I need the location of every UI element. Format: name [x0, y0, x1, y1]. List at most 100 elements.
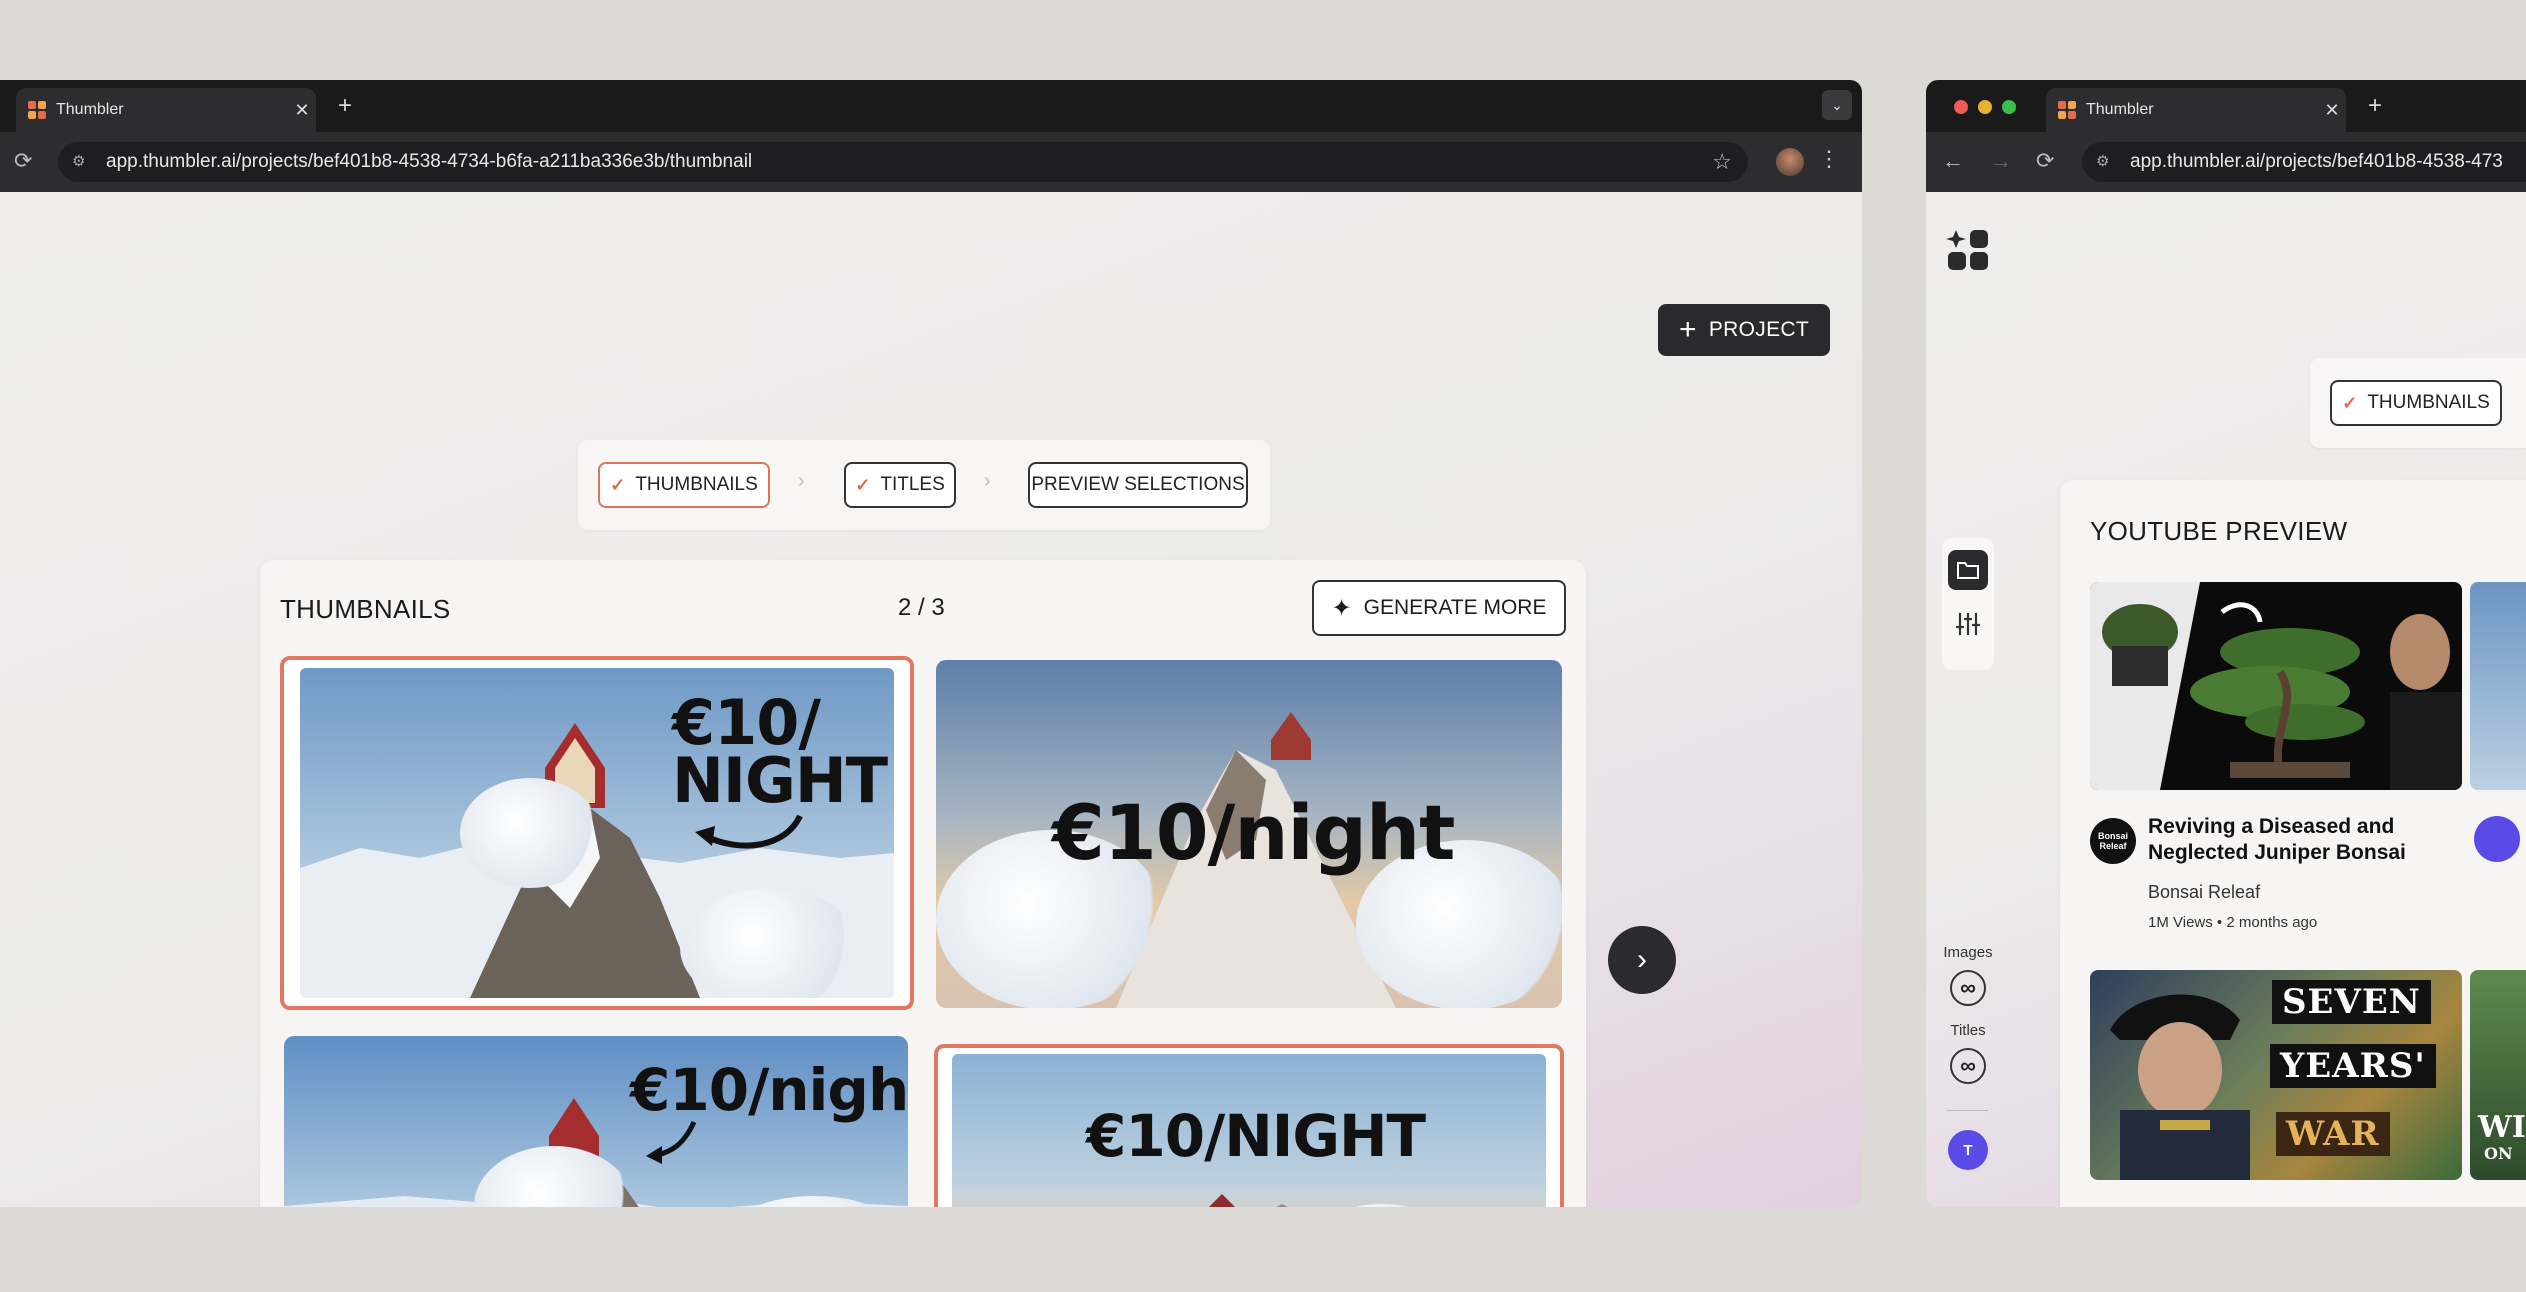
- step-thumbnails[interactable]: ✓ THUMBNAILS: [2330, 380, 2502, 426]
- chevron-right-icon: ›: [798, 470, 805, 492]
- address-bar-row: ← → ⟳ ⚙ app.thumbler.ai/projects/bef401b…: [1926, 132, 2526, 192]
- browser-window-right: Thumbler ✕ + ← → ⟳ ⚙ app.thumbler.ai/pro…: [1926, 80, 2526, 1207]
- plus-icon: +: [1679, 313, 1697, 346]
- titles-credit-infinity-icon: ∞: [1950, 1048, 1986, 1084]
- divider: [1946, 1110, 1988, 1111]
- channel-avatar-partial[interactable]: [2474, 816, 2520, 862]
- thumbnail-text: €10/night: [630, 1056, 908, 1124]
- url-field[interactable]: ⚙ app.thumbler.ai/projects/bef401b8-4538…: [58, 142, 1748, 182]
- thumbnail-image: €10/night: [284, 1036, 908, 1207]
- progress-stepper: ✓ THUMBNAILS: [2310, 358, 2526, 448]
- chevron-right-icon: ›: [984, 470, 991, 492]
- thumbnail-text: €10/night: [1052, 788, 1455, 877]
- check-icon: ✓: [2342, 392, 2358, 413]
- tab-bar: Thumbler ✕ +: [1926, 80, 2526, 132]
- thumbnail-image: €10/ NIGHT: [300, 668, 894, 998]
- app-content: + PROJECT ✓ THUMBNAILS › ✓ TITLES › PREV…: [0, 192, 1862, 1207]
- thumbnail-card-3[interactable]: €10/night: [284, 1036, 908, 1207]
- thumbnail-card-2[interactable]: €10/night: [936, 660, 1562, 1008]
- tab-list-chevron-icon[interactable]: ⌄: [1822, 90, 1852, 120]
- arrow-icon: [646, 1120, 697, 1164]
- arrow-icon: [695, 814, 803, 849]
- forward-icon[interactable]: →: [1990, 149, 2012, 173]
- thumbnail-text: €10/ NIGHT: [672, 686, 888, 817]
- thumbler-favicon: [2058, 101, 2076, 119]
- step-thumbnails[interactable]: ✓ THUMBNAILS: [598, 462, 770, 508]
- thumbler-favicon: [28, 101, 46, 119]
- minimize-window-icon[interactable]: [1978, 100, 1992, 114]
- video-thumbnail-2[interactable]: SEVEN YEARS' WAR: [2090, 970, 2462, 1180]
- thumbnail-text-line-2: YEARS': [2270, 1044, 2436, 1088]
- channel-avatar[interactable]: Bonsai Releaf: [2090, 818, 2136, 864]
- step-label: THUMBNAILS: [2367, 392, 2490, 413]
- site-settings-icon[interactable]: ⚙: [2096, 152, 2116, 172]
- maximize-window-icon[interactable]: [2002, 100, 2016, 114]
- url-text: app.thumbler.ai/projects/bef401b8-4538-4…: [106, 151, 753, 172]
- step-preview-selections[interactable]: PREVIEW SELECTIONS: [1028, 462, 1248, 508]
- video-thumbnail-1[interactable]: [2090, 582, 2462, 790]
- thumbnail-image: €10/night: [936, 660, 1562, 1008]
- url-field[interactable]: ⚙ app.thumbler.ai/projects/bef401b8-4538…: [2082, 142, 2526, 182]
- address-bar-row: ⟳ ⚙ app.thumbler.ai/projects/bef401b8-45…: [0, 132, 1862, 192]
- browser-tab[interactable]: Thumbler ✕: [16, 88, 316, 132]
- generate-more-label: GENERATE MORE: [1363, 596, 1547, 619]
- images-credit-label: Images: [1943, 944, 1993, 961]
- thumbnail-image: €10/NIGHT: [952, 1054, 1546, 1207]
- tool-sidebar: [1942, 538, 1994, 670]
- images-credit-infinity-icon: ∞: [1950, 970, 1986, 1006]
- video-thumbnail-partial[interactable]: [2470, 582, 2526, 790]
- upload-age: 2 months ago: [2226, 914, 2318, 931]
- step-label: THUMBNAILS: [635, 474, 758, 495]
- channel-name[interactable]: Bonsai Releaf: [2148, 882, 2260, 903]
- bonsai-thumbnail-art: [2090, 582, 2462, 790]
- new-project-label: PROJECT: [1708, 318, 1809, 341]
- thumbnail-card-4[interactable]: €10/NIGHT: [934, 1044, 1564, 1207]
- folder-icon[interactable]: [1948, 550, 1988, 590]
- browser-tab[interactable]: Thumbler ✕: [2046, 88, 2346, 132]
- thumbnail-text: €10/NIGHT: [1086, 1102, 1426, 1170]
- partial-title-text-2: ON: [2484, 1144, 2513, 1163]
- panel-title: THUMBNAILS: [280, 594, 451, 624]
- new-tab-icon[interactable]: +: [338, 94, 352, 118]
- thumbnail-text-line-1: SEVEN: [2272, 980, 2431, 1024]
- reload-icon[interactable]: ⟳: [14, 149, 32, 173]
- new-tab-icon[interactable]: +: [2368, 94, 2382, 118]
- thumbnail-card-1[interactable]: €10/ NIGHT: [280, 656, 914, 1010]
- check-icon: ✓: [610, 474, 626, 495]
- view-count: 1M Views: [2148, 914, 2213, 931]
- generate-more-button[interactable]: ✦ GENERATE MORE: [1312, 580, 1566, 636]
- url-text: app.thumbler.ai/projects/bef401b8-4538-4…: [2130, 151, 2503, 172]
- new-project-button[interactable]: + PROJECT: [1658, 304, 1830, 356]
- sliders-icon[interactable]: [1948, 604, 1988, 644]
- site-settings-icon[interactable]: ⚙: [72, 152, 92, 172]
- bookmark-star-icon[interactable]: ☆: [1712, 149, 1732, 175]
- close-tab-icon[interactable]: ✕: [2318, 100, 2346, 121]
- tab-title: Thumbler: [56, 101, 124, 118]
- step-label: TITLES: [880, 474, 945, 495]
- video-title[interactable]: Reviving a Diseased and Neglected Junipe…: [2148, 814, 2468, 866]
- thumbler-logo-icon: [1946, 230, 1988, 270]
- close-tab-icon[interactable]: ✕: [288, 100, 316, 121]
- thumbnail-counter: 2 / 3: [898, 594, 945, 621]
- titles-credit-label: Titles: [1950, 1022, 1986, 1039]
- chevron-right-icon: ›: [1637, 943, 1647, 976]
- step-label: PREVIEW SELECTIONS: [1031, 474, 1245, 495]
- thumbnail-text-line-3: WAR: [2276, 1112, 2390, 1156]
- thumbnails-panel: THUMBNAILS 2 / 3 ✦ GENERATE MORE €10/ NI…: [260, 560, 1586, 1207]
- tab-title: Thumbler: [2086, 101, 2154, 118]
- next-page-button[interactable]: ›: [1608, 926, 1676, 994]
- video-thumbnail-partial-2[interactable]: WI ON: [2470, 970, 2526, 1180]
- step-titles[interactable]: ✓ TITLES: [844, 462, 956, 508]
- sparkle-icon: ✦: [1331, 594, 1352, 622]
- back-icon[interactable]: ←: [1942, 149, 1964, 173]
- browser-window-left: Thumbler ✕ + ⌄ ⟳ ⚙ app.thumbler.ai/proje…: [0, 80, 1862, 1207]
- progress-stepper: ✓ THUMBNAILS › ✓ TITLES › PREVIEW SELECT…: [578, 440, 1270, 530]
- user-avatar[interactable]: T: [1948, 1130, 1988, 1170]
- panel-title: YOUTUBE PREVIEW: [2090, 516, 2348, 546]
- app-content: ✓ THUMBNAILS Images ∞ Titles ∞ T YOUTUBE…: [1926, 192, 2526, 1207]
- video-meta: 1M Views • 2 months ago: [2148, 914, 2317, 931]
- browser-menu-icon[interactable]: ⋮: [1818, 146, 1840, 172]
- close-window-icon[interactable]: [1954, 100, 1968, 114]
- profile-avatar-icon[interactable]: [1776, 148, 1804, 176]
- reload-icon[interactable]: ⟳: [2036, 149, 2054, 173]
